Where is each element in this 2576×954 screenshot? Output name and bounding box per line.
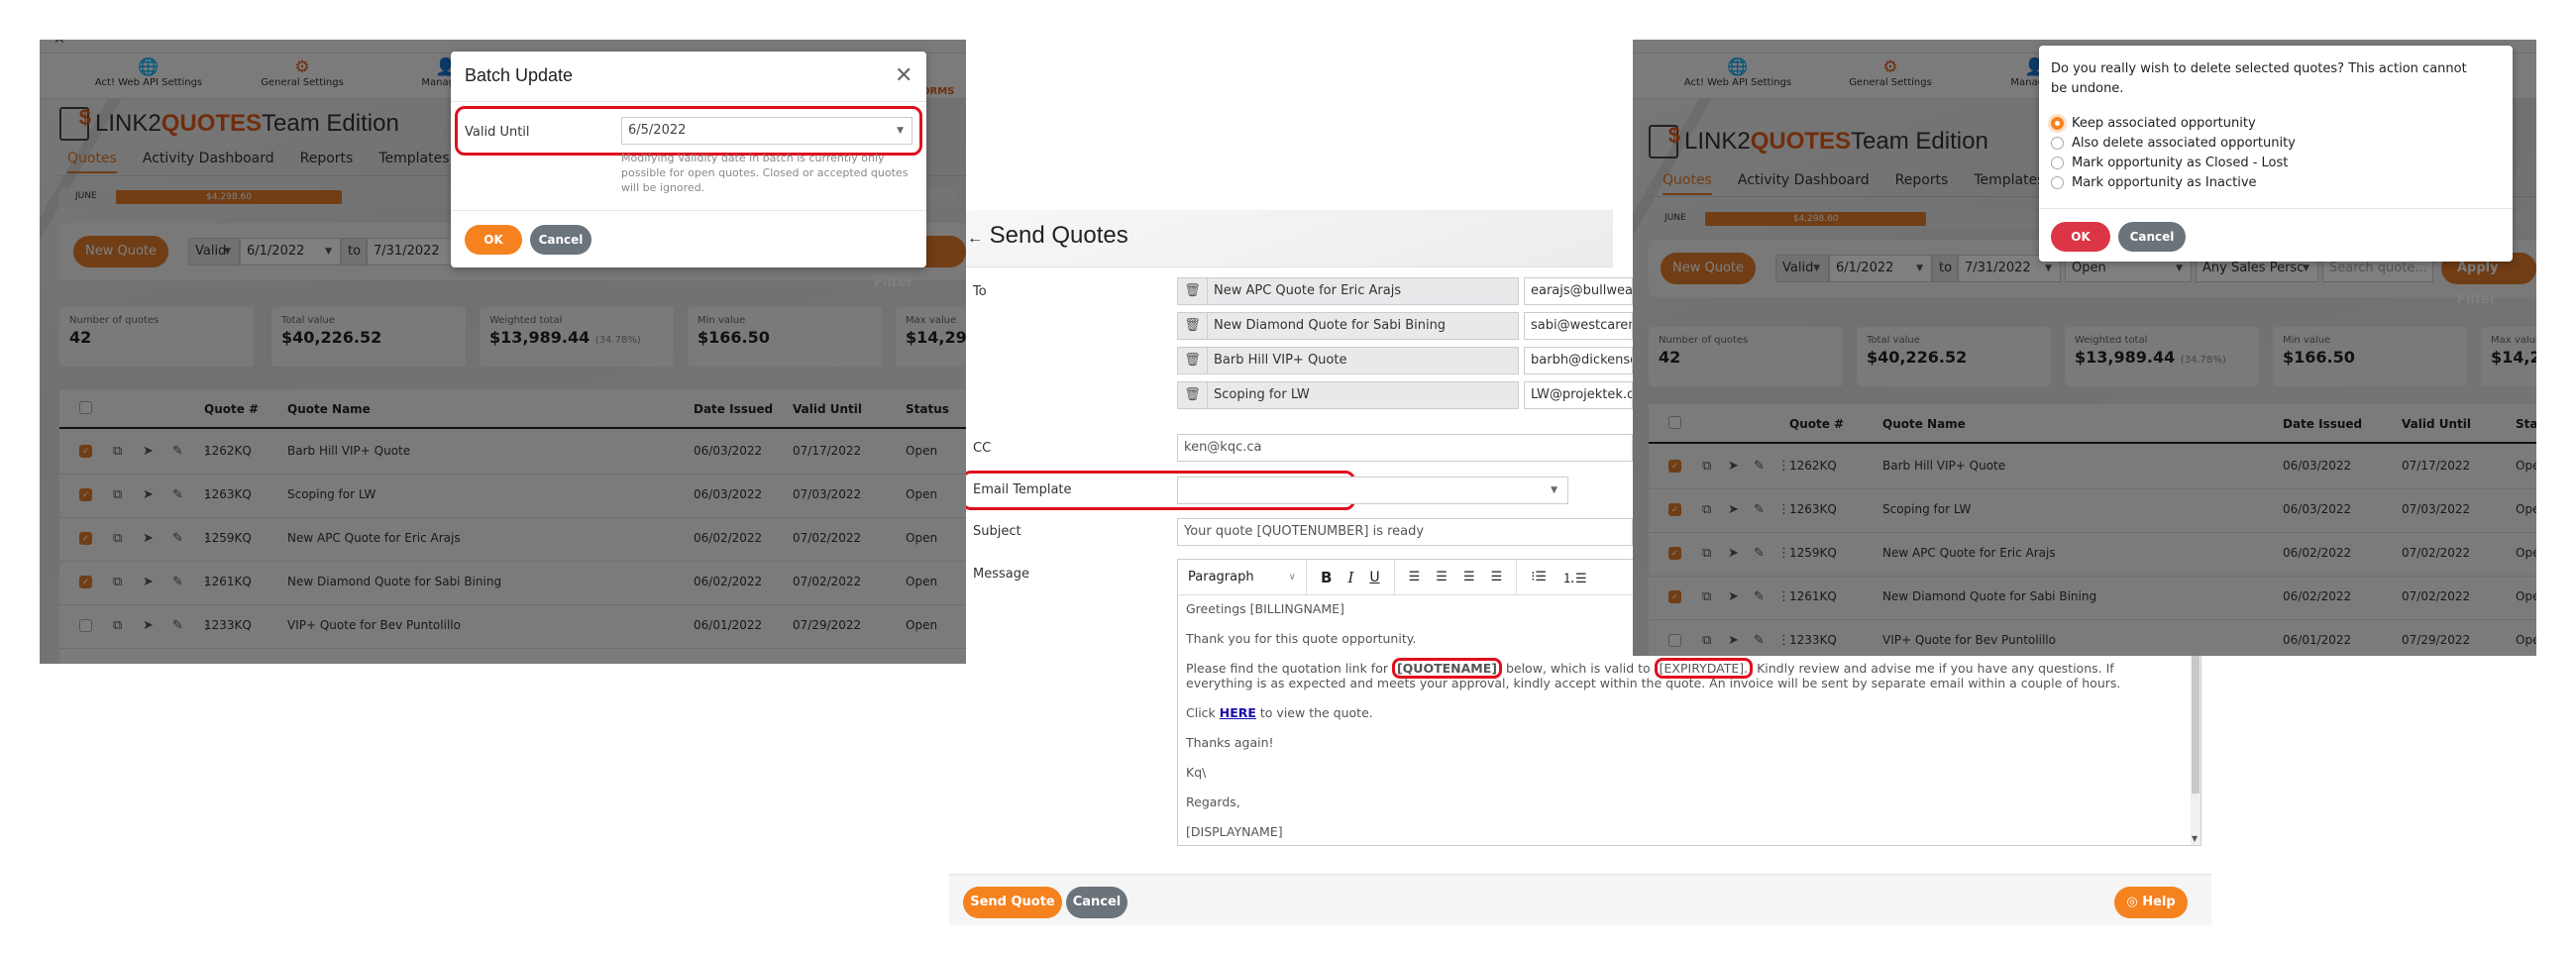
- trash-icon[interactable]: 🗑: [1178, 313, 1208, 339]
- dialog-title: Batch Update: [465, 65, 574, 85]
- recipient-quote: 🗑 New APC Quote for Eric Arajs: [1177, 277, 1519, 305]
- delete-option[interactable]: Mark opportunity as Inactive: [2051, 172, 2296, 192]
- subject-field[interactable]: Your quote [QUOTENUMBER] is ready: [1177, 518, 1633, 546]
- bold-icon[interactable]: B: [1321, 569, 1332, 586]
- email-template-label: Email Template: [973, 482, 1072, 497]
- delete-option[interactable]: Also delete associated opportunity: [2051, 133, 2296, 153]
- trash-icon[interactable]: 🗑: [1178, 348, 1208, 373]
- numbered-list-icon[interactable]: ⒈☰: [1562, 568, 1587, 586]
- recipient-email-field[interactable]: barbh@dickenson: [1524, 347, 1633, 374]
- batch-help-text: Modifying Validity date in batch is curr…: [621, 152, 909, 194]
- block-format-select[interactable]: Paragraph ∨: [1178, 559, 1307, 595]
- italic-icon[interactable]: I: [1347, 569, 1353, 586]
- trash-icon[interactable]: 🗑: [1178, 382, 1208, 408]
- delete-message: Do you really wish to delete selected qu…: [2051, 61, 2467, 96]
- page-title: ← Send Quotes: [967, 222, 1128, 249]
- cancel-button[interactable]: Cancel: [2118, 222, 2186, 252]
- option-label: Mark opportunity as Inactive: [2072, 174, 2257, 190]
- option-label: Also delete associated opportunity: [2072, 135, 2296, 151]
- dropdown-caret-icon: ▼: [1551, 485, 1557, 495]
- editor-line: Regards,: [1186, 795, 1240, 809]
- recipient-quote: 🗑 New Diamond Quote for Sabi Bining: [1177, 312, 1519, 340]
- recipient-email-field[interactable]: earajs@bullwealt: [1524, 277, 1633, 305]
- trash-icon[interactable]: 🗑: [1178, 278, 1208, 304]
- radio-button[interactable]: [2051, 175, 2064, 189]
- radio-button[interactable]: [2051, 116, 2064, 130]
- cc-label: CC: [973, 441, 992, 456]
- underline-icon[interactable]: U: [1369, 570, 1379, 585]
- option-label: Mark opportunity as Closed - Lost: [2072, 155, 2289, 170]
- cancel-button[interactable]: Cancel: [1066, 887, 1127, 918]
- editor-line: [DISPLAYNAME]: [1186, 824, 1283, 839]
- radio-button[interactable]: [2051, 136, 2064, 150]
- scroll-down-icon[interactable]: ▼: [2192, 834, 2198, 843]
- back-arrow-icon[interactable]: ←: [967, 230, 983, 247]
- cancel-button[interactable]: Cancel: [530, 225, 591, 255]
- recipient-quote: 🗑 Scoping for LW: [1177, 381, 1519, 409]
- delete-confirm-dialog: Do you really wish to delete selected qu…: [2039, 46, 2513, 262]
- message-label: Message: [973, 567, 1029, 582]
- ok-button[interactable]: OK: [2051, 222, 2110, 252]
- here-link[interactable]: HERE: [1220, 705, 1256, 720]
- delete-options: Keep associated opportunity Also delete a…: [2051, 113, 2296, 192]
- dropdown-caret-icon: ▼: [897, 126, 904, 136]
- chevron-down-icon: ∨: [1288, 571, 1296, 583]
- editor-paragraph: Please find the quotation link for [QUOT…: [1186, 658, 2177, 690]
- send-quotes-header: ← Send Quotes: [949, 210, 1613, 267]
- chat-icon: ◎: [2126, 895, 2138, 909]
- close-icon[interactable]: ✕: [895, 65, 912, 87]
- editor-line: Thanks again!: [1186, 735, 1274, 750]
- delete-option[interactable]: Keep associated opportunity: [2051, 113, 2296, 133]
- delete-option[interactable]: Mark opportunity as Closed - Lost: [2051, 153, 2296, 172]
- send-footer: Send Quote Cancel ◎ Help: [949, 874, 2211, 925]
- option-label: Keep associated opportunity: [2072, 115, 2256, 131]
- ok-button[interactable]: OK: [465, 225, 522, 255]
- recipient-quote: 🗑 Barb Hill VIP+ Quote: [1177, 347, 1519, 374]
- batch-update-dialog: Batch Update ✕ Valid Until 6/5/2022 ▼ Mod…: [451, 52, 926, 267]
- send-quote-button[interactable]: Send Quote: [963, 887, 1062, 918]
- editor-line: Kq\: [1186, 765, 1207, 780]
- align-right-icon[interactable]: ☰: [1463, 570, 1475, 584]
- help-button[interactable]: ◎ Help: [2114, 887, 2188, 918]
- email-template-select[interactable]: ▼: [1177, 477, 1568, 504]
- valid-until-label: Valid Until: [465, 125, 530, 140]
- recipient-email-field[interactable]: LW@projektek.co: [1524, 381, 1633, 409]
- to-label: To: [973, 284, 987, 299]
- subject-label: Subject: [973, 524, 1021, 539]
- editor-line: Click HERE to view the quote.: [1186, 705, 1373, 720]
- align-justify-icon[interactable]: ☰: [1491, 570, 1503, 584]
- radio-button[interactable]: [2051, 156, 2064, 169]
- valid-until-date-field[interactable]: 6/5/2022 ▼: [621, 117, 912, 145]
- align-center-icon[interactable]: ☰: [1436, 570, 1448, 584]
- align-left-icon[interactable]: ☰: [1409, 570, 1421, 584]
- recipient-email-field[interactable]: sabi@westcarem: [1524, 312, 1633, 340]
- cc-field[interactable]: ken@kqc.ca: [1177, 434, 1633, 462]
- bullet-list-icon[interactable]: ⁝☰: [1531, 570, 1547, 584]
